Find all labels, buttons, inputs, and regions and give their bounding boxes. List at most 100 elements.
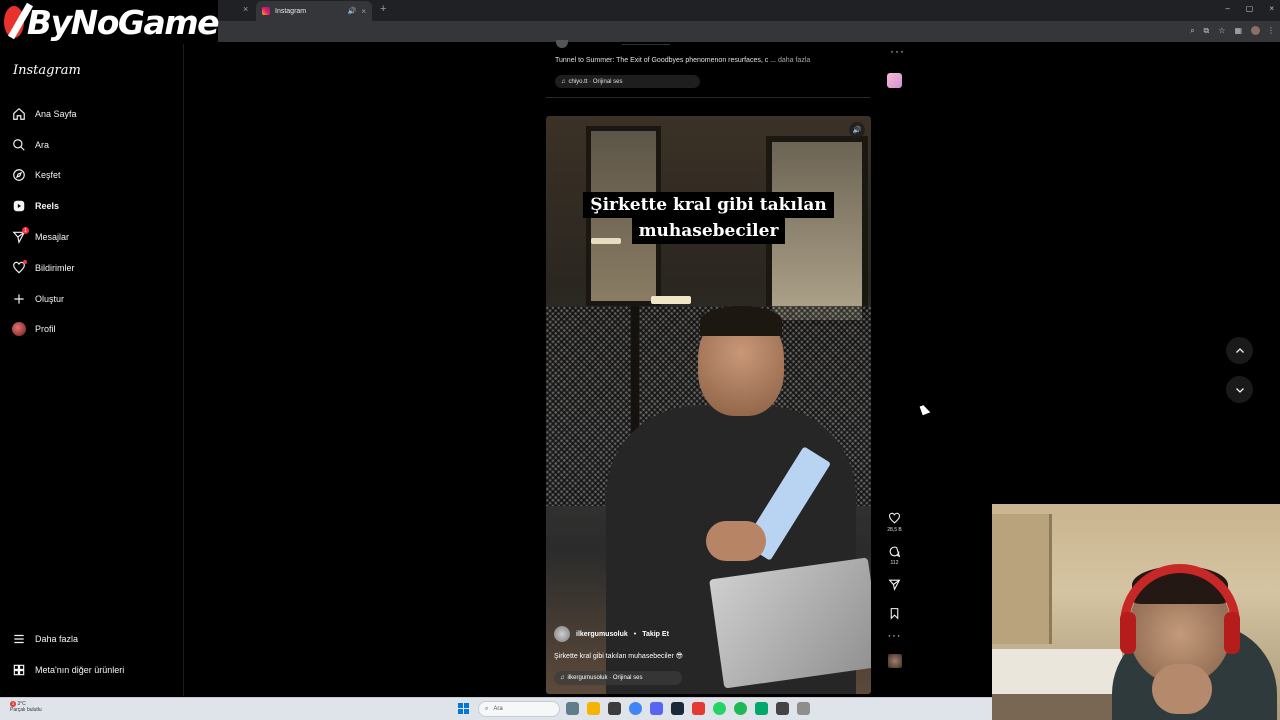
minimize-button[interactable]: – — [1225, 4, 1229, 13]
steam-icon[interactable] — [671, 702, 684, 715]
windows-taskbar: 3 3°C Parçalı bulutlu ⌕ Ara — [0, 697, 992, 720]
toolbar-icons: ⌕ ⧉ ☆ ▦ — [1190, 26, 1260, 36]
taskbar-search[interactable]: ⌕ Ara — [478, 701, 560, 717]
taskbar-apps — [566, 702, 810, 715]
home-icon — [12, 107, 26, 121]
app-icon[interactable] — [692, 702, 705, 715]
tab-audio-icon[interactable]: 🔊 — [348, 7, 357, 15]
sidebar-item-create[interactable]: Oluştur — [12, 291, 64, 307]
sidebar-item-messages[interactable]: 1 Mesajlar — [12, 227, 70, 245]
discord-icon[interactable] — [650, 702, 663, 715]
previous-post-caption-text: Tunnel to Summer: The Exit of Goodbyes p… — [555, 57, 777, 64]
browser-menu-icon[interactable]: ⋮ — [1267, 26, 1275, 35]
save-bookmark-icon[interactable] — [888, 607, 901, 620]
weather-widget[interactable]: 3 3°C Parçalı bulutlu — [10, 701, 42, 713]
author-username[interactable]: ilkergumusoluk — [576, 631, 628, 638]
bookmark-star-icon[interactable]: ☆ — [1218, 26, 1225, 36]
sidebar-item-search[interactable]: Ara — [12, 137, 49, 153]
chrome-icon[interactable] — [629, 702, 642, 715]
sidebar-item-label: Oluştur — [35, 294, 65, 304]
meta-apps-icon — [12, 663, 26, 677]
video-person — [706, 521, 766, 561]
comment-icon[interactable] — [888, 545, 901, 558]
comment-count: 112 — [890, 560, 899, 566]
previous-post-more-icon[interactable]: ··· — [890, 44, 905, 58]
reels-icon — [12, 199, 26, 213]
sidebar-item-reels[interactable]: Reels — [12, 198, 59, 214]
sidebar-item-profile[interactable]: Profil — [12, 321, 56, 337]
obs-icon[interactable] — [776, 702, 789, 715]
bynogame-logo-text: ByNoGame — [26, 2, 220, 42]
app-icon[interactable] — [608, 702, 621, 715]
messages-badge: 1 — [22, 227, 29, 234]
instagram-logo[interactable]: Instagram — [13, 63, 81, 78]
close-window-button[interactable]: × — [1269, 4, 1274, 13]
plus-icon — [12, 292, 26, 306]
profile-avatar-icon[interactable] — [1251, 26, 1260, 35]
sidebar-item-label: Ana Sayfa — [35, 109, 77, 119]
task-view-icon[interactable] — [566, 702, 579, 715]
reel-overlay-caption: Şirkette kral gibi takılan muhasebeciler — [546, 192, 871, 244]
tab-close-icon[interactable]: × — [361, 7, 366, 16]
settings-gear-icon[interactable] — [797, 702, 810, 715]
sidebar-item-notifications[interactable]: Bildirimler — [12, 260, 75, 276]
chevron-down-icon — [1235, 387, 1244, 393]
headset-icon — [1120, 612, 1136, 654]
app-icon[interactable] — [755, 702, 768, 715]
audio-thumbnail[interactable] — [887, 654, 902, 668]
reel-overlay-caption-line1: Şirkette kral gibi takılan — [583, 192, 834, 218]
sidebar-item-label: Mesajlar — [35, 232, 70, 242]
follow-button[interactable]: Takip Et — [642, 631, 669, 638]
share-icon[interactable] — [888, 578, 901, 591]
spotify-icon[interactable] — [734, 702, 747, 715]
compass-icon — [12, 168, 26, 182]
previous-tab-close-icon[interactable]: × — [243, 4, 248, 14]
taskbar-search-placeholder: Ara — [493, 706, 503, 712]
video-scene — [651, 296, 691, 304]
previous-post-audio[interactable]: ♫ chiyo.tt · Orijinal ses — [555, 75, 700, 88]
previous-post-audio-thumbnail[interactable] — [887, 73, 902, 88]
sidebar-item-more[interactable]: Daha fazla — [12, 631, 78, 647]
reel-caption[interactable]: Şirkette kral gibi takılan muhasebeciler… — [554, 652, 683, 660]
windows-start-icon[interactable] — [458, 703, 469, 714]
music-note-icon: ♫ — [560, 675, 565, 681]
sidebar-item-home[interactable]: Ana Sayfa — [12, 106, 77, 122]
zoom-icon[interactable]: ⌕ — [1190, 26, 1194, 36]
music-note-icon: ♫ — [561, 78, 566, 85]
webcam-person — [1152, 664, 1212, 714]
sidebar-item-label: Reels — [35, 201, 60, 211]
sidebar-item-meta-products[interactable]: Meta'nın diğer ürünleri — [12, 662, 124, 678]
author-avatar[interactable] — [554, 626, 570, 642]
instagram-favicon-icon — [262, 7, 270, 15]
menu-icon — [12, 632, 26, 646]
speaker-icon: 🔊 — [852, 127, 862, 134]
more-link[interactable]: daha fazla — [778, 57, 810, 64]
sidebar-item-label: Bildirimler — [35, 263, 75, 273]
heart-icon — [12, 260, 27, 275]
sound-toggle-button[interactable]: 🔊 — [849, 122, 865, 138]
reel-author: ilkergumusoluk • Takip Et — [554, 626, 669, 642]
bynogame-mark-icon — [4, 6, 24, 38]
profile-avatar — [12, 322, 26, 336]
previous-reel-button[interactable] — [1226, 337, 1253, 364]
mouse-cursor-icon — [919, 403, 931, 416]
reel-actions: 28,5 B 112 ··· — [882, 512, 907, 668]
messages-icon: 1 — [12, 227, 29, 244]
install-app-icon[interactable]: ⧉ — [1204, 26, 1210, 36]
new-tab-button[interactable]: + — [380, 3, 386, 15]
maximize-button[interactable]: ▢ — [1246, 4, 1254, 13]
next-reel-button[interactable] — [1226, 376, 1253, 403]
like-heart-icon[interactable] — [888, 512, 901, 525]
previous-post-caption: Tunnel to Summer: The Exit of Goodbyes p… — [555, 57, 810, 64]
more-options-icon[interactable]: ··· — [888, 630, 902, 642]
sidebar-item-explore[interactable]: Keşfet — [12, 167, 61, 183]
tab-instagram[interactable]: Instagram 🔊 × — [256, 1, 372, 21]
sidebar-item-label: Meta'nın diğer ürünleri — [35, 665, 125, 675]
search-icon: ⌕ — [485, 705, 489, 712]
extensions-icon[interactable]: ▦ — [1234, 26, 1242, 36]
whatsapp-icon[interactable] — [713, 702, 726, 715]
chevron-up-icon — [1235, 347, 1244, 353]
reel-video[interactable]: Şirkette kral gibi takılan muhasebeciler… — [546, 116, 871, 694]
reel-audio[interactable]: ♫ ilkergumusoluk · Orijinal ses — [554, 671, 682, 685]
file-explorer-icon[interactable] — [587, 702, 600, 715]
